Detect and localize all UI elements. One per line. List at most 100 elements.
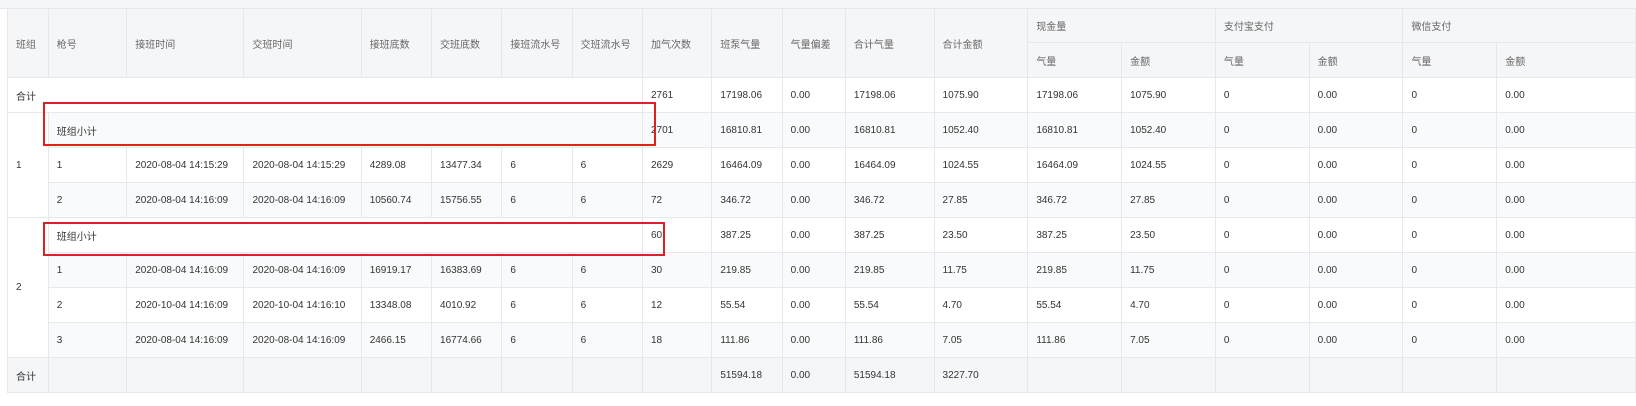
cell-weixin-qiliang: 0	[1402, 147, 1498, 183]
cell-weixin-qiliang: 0	[1402, 322, 1498, 358]
cell-banbeng: 219.85	[711, 252, 783, 288]
cell-xianjin-jine: 1024.55	[1121, 147, 1216, 183]
cell-qianghao: 2	[47, 182, 128, 218]
cell-xianjin-qiliang: 16464.09	[1027, 147, 1123, 183]
cell-zhifubao-qiliang: 0	[1214, 287, 1310, 323]
col-header-qiliang-piancha[interactable]: 气量偏差	[781, 8, 846, 78]
cell-jiaoban-liushui: 6	[571, 182, 644, 218]
cell-jiaqi: 12	[641, 287, 713, 323]
cell-jieban-dishu: 2466.15	[360, 322, 433, 358]
cell-banbeng: 387.25	[711, 217, 783, 253]
cell-piancha: 0.00	[781, 112, 846, 148]
cell-jiaoban-dishu: 16774.66	[431, 322, 503, 358]
col-header-banzu[interactable]: 班组	[7, 8, 49, 78]
col-header-jiaoban-time[interactable]: 交班时间	[243, 8, 362, 78]
col-group-weixin: 微信支付	[1402, 8, 1636, 43]
cell-banbeng: 55.54	[711, 287, 783, 323]
cell-jieban-liushui: 6	[501, 322, 573, 358]
col-header-jieban-dishu[interactable]: 接班底数	[360, 8, 433, 78]
cell-zhifubao-jine: 0.00	[1308, 217, 1404, 253]
cell-jieban-liushui: 6	[501, 252, 573, 288]
cell-xianjin-jine: 27.85	[1121, 182, 1216, 218]
cell-jiaoban-dishu: 13477.34	[431, 147, 503, 183]
cell-jiaqi: 30	[641, 252, 713, 288]
cell-jiaqi: 2629	[641, 147, 713, 183]
col-header-heji-jine[interactable]: 合计金额	[933, 8, 1029, 78]
cell-xianjin-qiliang: 346.72	[1027, 182, 1123, 218]
cell-jiaoban-time: 2020-08-04 14:16:09	[243, 322, 362, 358]
cell-jiaoban-time: 2020-08-04 14:16:09	[243, 182, 362, 218]
cell-piancha: 0.00	[781, 252, 846, 288]
table-row[interactable]: 1 2020-08-04 14:15:29 2020-08-04 14:15:2…	[8, 147, 1636, 183]
cell-piancha: 0.00	[781, 182, 846, 218]
cell-jieban-dishu: 13348.08	[360, 287, 433, 323]
cell-weixin-jine: 0.00	[1496, 147, 1636, 183]
col-header-weixin-jine[interactable]: 金额	[1496, 42, 1636, 78]
col-header-jiaoban-dishu[interactable]: 交班底数	[431, 8, 503, 78]
col-header-banbeng-qiliang[interactable]: 班泵气量	[711, 8, 783, 78]
header-row-1: 班组 枪号 接班时间 交班时间 接班底数 交班底数 接班流水号 交班流水号 加气…	[7, 8, 1636, 78]
cell-weixin-qiliang: 0	[1402, 217, 1498, 253]
cell-weixin-qiliang: 0	[1402, 182, 1498, 218]
cell-heji-jine: 1024.55	[933, 147, 1029, 183]
empty-cell	[1402, 357, 1498, 393]
cell-qianghao: 3	[47, 322, 128, 358]
cell-zhifubao-jine: 0.00	[1308, 252, 1404, 288]
col-header-jieban-time[interactable]: 接班时间	[126, 8, 245, 78]
empty-cell	[571, 357, 644, 393]
cell-heji-qiliang: 219.85	[844, 252, 935, 288]
cell-zhifubao-qiliang: 0	[1214, 252, 1310, 288]
subtotal-label: 班组小计	[47, 112, 644, 148]
cell-heji-qiliang: 51594.18	[844, 357, 935, 393]
col-header-weixin-qiliang[interactable]: 气量	[1402, 42, 1498, 78]
cell-heji-qiliang: 17198.06	[844, 77, 935, 113]
empty-cell	[126, 357, 245, 393]
cell-jiaqi: 60	[641, 217, 713, 253]
cell-zhifubao-qiliang: 0	[1214, 322, 1310, 358]
col-header-zhifubao-qiliang[interactable]: 气量	[1214, 42, 1310, 78]
cell-heji-qiliang: 16464.09	[844, 147, 935, 183]
col-header-jiaqi-cishu[interactable]: 加气次数	[641, 8, 713, 78]
table-row[interactable]: 3 2020-08-04 14:16:09 2020-08-04 14:16:0…	[8, 322, 1636, 358]
group-1-id: 1	[7, 112, 49, 218]
empty-cell	[1308, 357, 1404, 393]
cell-jieban-time: 2020-08-04 14:16:09	[126, 252, 245, 288]
cell-zhifubao-qiliang: 0	[1214, 147, 1310, 183]
col-header-xianjin-qiliang[interactable]: 气量	[1027, 42, 1123, 78]
col-header-jieban-liushui[interactable]: 接班流水号	[501, 8, 573, 78]
group-1-subtotal-row[interactable]: 1 班组小计 2701 16810.81 0.00 16810.81 1052.…	[7, 112, 1636, 218]
cell-xianjin-jine: 23.50	[1121, 217, 1216, 253]
cell-jieban-dishu: 10560.74	[360, 182, 433, 218]
cell-piancha: 0.00	[781, 147, 846, 183]
cell-heji-jine: 27.85	[933, 182, 1029, 218]
cell-xianjin-jine: 1052.40	[1121, 112, 1216, 148]
table-row[interactable]: 2 2020-08-04 14:16:09 2020-08-04 14:16:0…	[8, 182, 1636, 218]
cell-xianjin-jine: 4.70	[1121, 287, 1216, 323]
group-2-subtotal-row[interactable]: 2 班组小计 60 387.25 0.00 387.25 23.50 387.2…	[7, 217, 1636, 358]
cell-jiaoban-dishu: 15756.55	[431, 182, 503, 218]
report-view: 班组 枪号 接班时间 交班时间 接班底数 交班底数 接班流水号 交班流水号 加气…	[0, 0, 1636, 406]
col-header-jiaoban-liushui[interactable]: 交班流水号	[571, 8, 644, 78]
cell-heji-jine: 1075.90	[933, 77, 1029, 113]
cell-zhifubao-qiliang: 0	[1214, 217, 1310, 253]
col-group-xianjin: 现金量	[1027, 8, 1216, 43]
col-header-xianjin-jine[interactable]: 金额	[1121, 42, 1216, 78]
cell-jiaoban-liushui: 6	[571, 252, 644, 288]
cell-piancha: 0.00	[781, 357, 846, 393]
total-row-top[interactable]: 合计 2761 17198.06 0.00 17198.06 1075.90 1…	[7, 77, 1636, 113]
col-header-qianghao[interactable]: 枪号	[47, 8, 128, 78]
cell-heji-jine: 7.05	[933, 322, 1029, 358]
cell-xianjin-jine: 11.75	[1121, 252, 1216, 288]
cell-weixin-jine: 0.00	[1496, 217, 1636, 253]
cell-heji-qiliang: 55.54	[844, 287, 935, 323]
empty-cell	[501, 357, 573, 393]
cell-banbeng: 16464.09	[711, 147, 783, 183]
table-row[interactable]: 2 2020-10-04 14:16:09 2020-10-04 14:16:1…	[8, 287, 1636, 323]
table-row[interactable]: 1 2020-08-04 14:16:09 2020-08-04 14:16:0…	[8, 252, 1636, 288]
cell-heji-qiliang: 346.72	[844, 182, 935, 218]
col-header-heji-qiliang[interactable]: 合计气量	[844, 8, 935, 78]
total-row-bottom[interactable]: 合计 51594.18 0.00 51594.18 3227.70	[7, 357, 1636, 393]
col-header-zhifubao-jine[interactable]: 金额	[1308, 42, 1404, 78]
cell-jiaqi: 2761	[641, 77, 713, 113]
cell-xianjin-qiliang: 16810.81	[1027, 112, 1123, 148]
